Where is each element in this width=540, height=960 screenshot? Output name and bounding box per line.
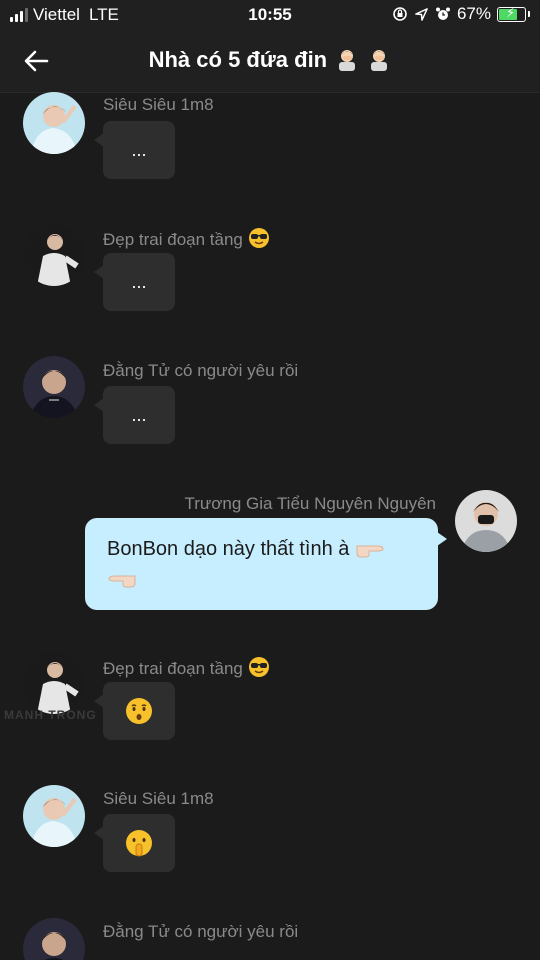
chat-screen: Viettel LTE 10:55 67% ⚡ Nhà có 5 đứa đin…: [0, 0, 540, 960]
location-arrow-icon: [415, 7, 428, 21]
avatar-light-blue[interactable]: [23, 785, 85, 847]
avatar-white-shirt[interactable]: [23, 224, 85, 286]
sender-name: Đẹp trai đoạn tầng: [103, 656, 270, 679]
sender-name: Trương Gia Tiểu Nguyên Nguyên: [184, 494, 436, 513]
battery-percent: 67%: [456, 4, 491, 23]
message-text: ...: [131, 271, 147, 292]
message-bubble[interactable]: ...: [94, 253, 175, 311]
alarm-icon: [435, 7, 450, 20]
message-bubble[interactable]: [94, 682, 175, 740]
sender-name: Siêu Siêu 1m8: [103, 789, 214, 808]
message-text: ...: [131, 404, 147, 425]
avatar-dark[interactable]: [23, 918, 85, 960]
avatar-light-blue[interactable]: [23, 92, 85, 154]
sunglasses-face-emoji: [248, 228, 269, 248]
message-bubble[interactable]: [94, 814, 175, 872]
person-facepalm-emoji: [371, 50, 388, 71]
message-bubble-outgoing[interactable]: BonBon dạo này thất tình à: [85, 518, 447, 610]
status-right: 67% ⚡: [392, 4, 530, 24]
sender-name: Đẹp trai đoạn tầng: [103, 227, 270, 250]
sender-name: Đằng Tử có người yêu rồi: [103, 922, 299, 941]
watermark: MANH TRONG: [4, 708, 97, 722]
pointing-right-emoji: [356, 545, 384, 558]
pointing-left-emoji: [108, 575, 136, 588]
avatar-masked[interactable]: [455, 490, 517, 552]
group-title: Nhà có 5 đứa đin: [0, 47, 540, 73]
lock-rotation-icon: [393, 7, 407, 21]
sunglasses-face-emoji: [248, 657, 269, 677]
battery-tip: [528, 11, 530, 17]
hushed-face-emoji: [126, 698, 152, 724]
status-bar: Viettel LTE 10:55 67% ⚡: [0, 0, 540, 30]
sender-name: Siêu Siêu 1m8: [103, 95, 214, 114]
message-list[interactable]: Siêu Siêu 1m8 ... Đẹp trai đoạn tầng ...…: [0, 92, 540, 960]
chat-header: Nhà có 5 đứa đin: [0, 30, 540, 93]
shushing-face-emoji: [126, 830, 152, 857]
avatar-white-shirt[interactable]: [23, 652, 85, 714]
battery-charging-icon: ⚡: [497, 5, 526, 22]
message-bubble[interactable]: ...: [94, 121, 175, 179]
person-facepalm-emoji: [339, 50, 356, 71]
group-name: Nhà có 5 đứa đin: [148, 47, 328, 72]
message-bubble[interactable]: ...: [94, 386, 175, 444]
avatar-dark[interactable]: [23, 356, 85, 418]
message-text: BonBon dạo này thất tình à: [107, 538, 350, 560]
sender-name: Đằng Tử có người yêu rồi: [103, 361, 299, 380]
message-text: ...: [131, 139, 147, 160]
